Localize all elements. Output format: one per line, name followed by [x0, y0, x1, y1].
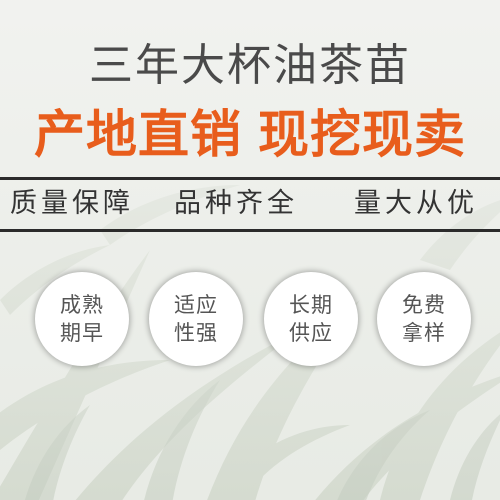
tagline-top-divider — [0, 177, 500, 180]
badge-text: 免费 — [402, 293, 446, 317]
tagline-bottom-divider — [0, 229, 500, 232]
product-title: 三年大杯油茶苗 — [89, 40, 411, 91]
badge-text: 长期 — [289, 293, 333, 317]
headline-dig-and-sell: 现挖现卖 — [258, 106, 467, 165]
badge-text: 成熟 — [60, 293, 104, 317]
badge-free-samples: 免费 拿样 — [377, 272, 471, 366]
product-banner: 三年大杯油茶苗 产地直销 现挖现卖 质量保障 品种齐全 量大从优 成熟 期早 适应… — [0, 0, 500, 500]
tagline-row: 质量保障 品种齐全 量大从优 — [0, 182, 500, 226]
badge-long-term-supply: 长期 供应 — [264, 272, 358, 366]
badge-text: 性强 — [174, 321, 218, 345]
headline-direct-sales: 产地直销 — [33, 106, 242, 165]
headline: 产地直销 现挖现卖 — [0, 104, 500, 168]
badge-text: 适应 — [174, 293, 218, 317]
tagline-varieties: 品种齐全 — [174, 188, 298, 219]
badge-text: 期早 — [60, 321, 104, 345]
badge-text: 拿样 — [402, 321, 446, 345]
tagline-bulk-discount: 量大从优 — [354, 188, 478, 219]
badge-early-maturity: 成熟 期早 — [35, 272, 129, 366]
badge-text: 供应 — [289, 321, 333, 345]
tagline-quality: 质量保障 — [10, 188, 134, 219]
badge-adaptability: 适应 性强 — [149, 272, 243, 366]
